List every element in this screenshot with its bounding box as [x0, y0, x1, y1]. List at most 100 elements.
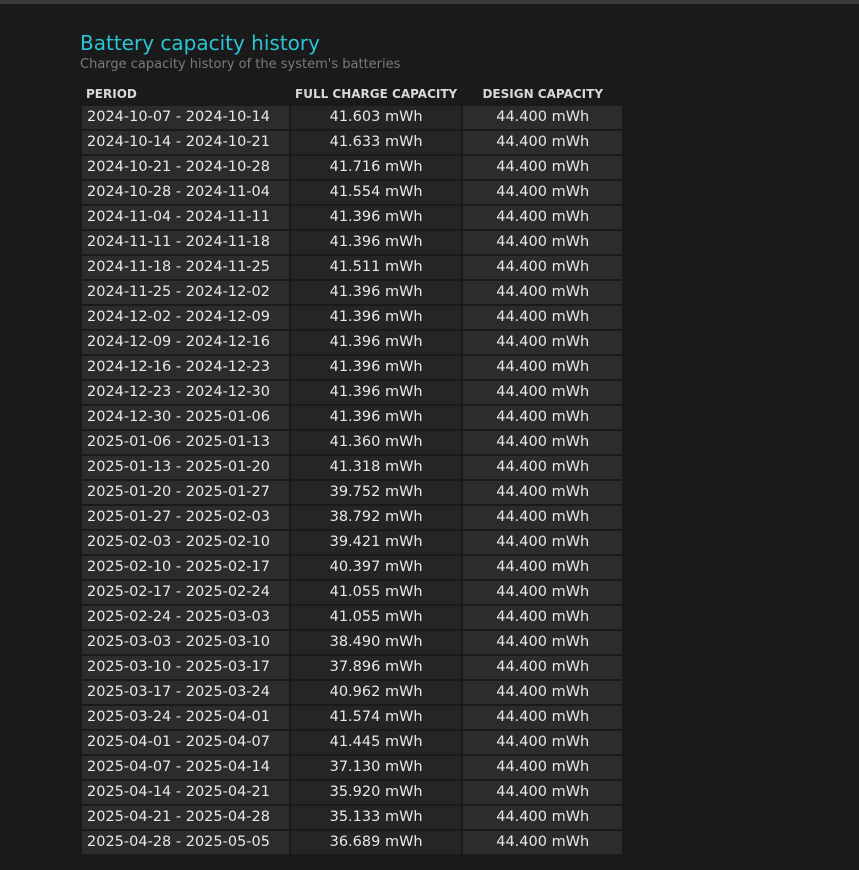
capacity-history-table: PERIOD FULL CHARGE CAPACITY DESIGN CAPAC… — [80, 82, 624, 856]
full-charge-capacity-cell: 41.716 mWh — [291, 156, 462, 179]
design-capacity-cell: 44.400 mWh — [463, 381, 623, 404]
period-cell: 2024-11-18 - 2024-11-25 — [82, 256, 289, 279]
period-cell: 2024-12-16 - 2024-12-23 — [82, 356, 289, 379]
table-row: 2025-02-10 - 2025-02-17 40.397 mWh 44.400 … — [82, 556, 623, 579]
design-capacity-cell: 44.400 mWh — [463, 731, 623, 754]
period-cell: 2024-10-28 - 2024-11-04 — [82, 181, 289, 204]
design-capacity-cell: 44.400 mWh — [463, 256, 623, 279]
table-row: 2025-04-14 - 2025-04-21 35.920 mWh 44.400 … — [82, 781, 623, 804]
design-capacity-cell: 44.400 mWh — [463, 506, 623, 529]
period-cell: 2025-03-03 - 2025-03-10 — [82, 631, 289, 654]
period-cell: 2025-03-24 - 2025-04-01 — [82, 706, 289, 729]
table-row: 2025-04-21 - 2025-04-28 35.133 mWh 44.400 … — [82, 806, 623, 829]
table-row: 2024-10-28 - 2024-11-04 41.554 mWh 44.400 … — [82, 181, 623, 204]
table-row: 2025-02-24 - 2025-03-03 41.055 mWh 44.400 … — [82, 606, 623, 629]
battery-capacity-history-section: Battery capacity history Charge capacity… — [80, 30, 624, 856]
design-capacity-cell: 44.400 mWh — [463, 806, 623, 829]
column-header-design-capacity: DESIGN CAPACITY — [482, 87, 604, 101]
table-row: 2025-03-17 - 2025-03-24 40.962 mWh 44.400 … — [82, 681, 623, 704]
design-capacity-cell: 44.400 mWh — [463, 281, 623, 304]
full-charge-capacity-cell: 41.396 mWh — [291, 231, 462, 254]
design-capacity-cell: 44.400 mWh — [463, 581, 623, 604]
full-charge-capacity-cell: 41.574 mWh — [291, 706, 462, 729]
full-charge-capacity-cell: 41.055 mWh — [291, 581, 462, 604]
period-cell: 2025-04-07 - 2025-04-14 — [82, 756, 289, 779]
table-row: 2024-12-16 - 2024-12-23 41.396 mWh 44.400 … — [82, 356, 623, 379]
full-charge-capacity-cell: 39.421 mWh — [291, 531, 462, 554]
design-capacity-cell: 44.400 mWh — [463, 656, 623, 679]
period-cell: 2024-11-04 - 2024-11-11 — [82, 206, 289, 229]
period-cell: 2024-12-30 - 2025-01-06 — [82, 406, 289, 429]
table-row: 2025-03-10 - 2025-03-17 37.896 mWh 44.400 … — [82, 656, 623, 679]
table-row: 2025-02-03 - 2025-02-10 39.421 mWh 44.400 … — [82, 531, 623, 554]
design-capacity-cell: 44.400 mWh — [463, 781, 623, 804]
period-cell: 2024-10-21 - 2024-10-28 — [82, 156, 289, 179]
section-subtitle: Charge capacity history of the system's … — [80, 57, 401, 72]
design-capacity-cell: 44.400 mWh — [463, 231, 623, 254]
full-charge-capacity-cell: 41.318 mWh — [291, 456, 462, 479]
full-charge-capacity-cell: 41.055 mWh — [291, 606, 462, 629]
full-charge-capacity-cell: 39.752 mWh — [291, 481, 462, 504]
full-charge-capacity-cell: 36.689 mWh — [291, 831, 462, 854]
full-charge-capacity-cell: 41.396 mWh — [291, 356, 462, 379]
design-capacity-cell: 44.400 mWh — [463, 131, 623, 154]
design-capacity-cell: 44.400 mWh — [463, 756, 623, 779]
table-row: 2025-04-01 - 2025-04-07 41.445 mWh 44.400 … — [82, 731, 623, 754]
table-row: 2024-12-09 - 2024-12-16 41.396 mWh 44.400 … — [82, 331, 623, 354]
full-charge-capacity-cell: 35.133 mWh — [291, 806, 462, 829]
full-charge-capacity-cell: 41.396 mWh — [291, 381, 462, 404]
full-charge-capacity-cell: 37.896 mWh — [291, 656, 462, 679]
design-capacity-cell: 44.400 mWh — [463, 556, 623, 579]
full-charge-capacity-cell: 40.962 mWh — [291, 681, 462, 704]
full-charge-capacity-cell: 41.396 mWh — [291, 206, 462, 229]
table-row: 2025-02-17 - 2025-02-24 41.055 mWh 44.400 … — [82, 581, 623, 604]
period-cell: 2024-12-23 - 2024-12-30 — [82, 381, 289, 404]
period-cell: 2025-02-24 - 2025-03-03 — [82, 606, 289, 629]
table-row: 2025-04-07 - 2025-04-14 37.130 mWh 44.400 … — [82, 756, 623, 779]
design-capacity-cell: 44.400 mWh — [463, 406, 623, 429]
period-cell: 2025-04-01 - 2025-04-07 — [82, 731, 289, 754]
period-cell: 2025-01-06 - 2025-01-13 — [82, 431, 289, 454]
full-charge-capacity-cell: 41.633 mWh — [291, 131, 462, 154]
full-charge-capacity-cell: 41.396 mWh — [291, 331, 462, 354]
period-cell: 2025-01-13 - 2025-01-20 — [82, 456, 289, 479]
period-cell: 2025-01-20 - 2025-01-27 — [82, 481, 289, 504]
design-capacity-cell: 44.400 mWh — [463, 331, 623, 354]
period-cell: 2025-04-14 - 2025-04-21 — [82, 781, 289, 804]
section-title: Battery capacity history — [80, 31, 320, 55]
table-row: 2024-11-11 - 2024-11-18 41.396 mWh 44.400 … — [82, 231, 623, 254]
design-capacity-cell: 44.400 mWh — [463, 456, 623, 479]
period-cell: 2025-02-03 - 2025-02-10 — [82, 531, 289, 554]
table-row: 2025-03-03 - 2025-03-10 38.490 mWh 44.400 … — [82, 631, 623, 654]
table-row: 2025-01-06 - 2025-01-13 41.360 mWh 44.400 … — [82, 431, 623, 454]
design-capacity-cell: 44.400 mWh — [463, 106, 623, 129]
design-capacity-cell: 44.400 mWh — [463, 631, 623, 654]
full-charge-capacity-cell: 41.445 mWh — [291, 731, 462, 754]
period-cell: 2025-03-17 - 2025-03-24 — [82, 681, 289, 704]
table-row: 2024-12-30 - 2025-01-06 41.396 mWh 44.400 … — [82, 406, 623, 429]
design-capacity-cell: 44.400 mWh — [463, 356, 623, 379]
design-capacity-cell: 44.400 mWh — [463, 181, 623, 204]
design-capacity-cell: 44.400 mWh — [463, 831, 623, 854]
period-cell: 2024-10-14 - 2024-10-21 — [82, 131, 289, 154]
full-charge-capacity-cell: 41.396 mWh — [291, 406, 462, 429]
full-charge-capacity-cell: 38.490 mWh — [291, 631, 462, 654]
period-cell: 2025-04-21 - 2025-04-28 — [82, 806, 289, 829]
period-cell: 2025-02-17 - 2025-02-24 — [82, 581, 289, 604]
table-row: 2025-01-20 - 2025-01-27 39.752 mWh 44.400 … — [82, 481, 623, 504]
table-row: 2024-11-25 - 2024-12-02 41.396 mWh 44.400 … — [82, 281, 623, 304]
design-capacity-cell: 44.400 mWh — [463, 431, 623, 454]
table-header-row: PERIOD FULL CHARGE CAPACITY DESIGN CAPAC… — [82, 84, 622, 104]
table-row: 2024-12-23 - 2024-12-30 41.396 mWh 44.400 … — [82, 381, 623, 404]
design-capacity-cell: 44.400 mWh — [463, 531, 623, 554]
full-charge-capacity-cell: 41.396 mWh — [291, 306, 462, 329]
full-charge-capacity-cell: 41.554 mWh — [291, 181, 462, 204]
design-capacity-cell: 44.400 mWh — [463, 606, 623, 629]
table-row: 2025-03-24 - 2025-04-01 41.574 mWh 44.400 … — [82, 706, 623, 729]
design-capacity-cell: 44.400 mWh — [463, 156, 623, 179]
table-row: 2024-10-14 - 2024-10-21 41.633 mWh 44.400 … — [82, 131, 623, 154]
period-cell: 2024-10-07 - 2024-10-14 — [82, 106, 289, 129]
full-charge-capacity-cell: 41.396 mWh — [291, 281, 462, 304]
column-header-period: PERIOD — [86, 87, 137, 101]
column-header-full-charge-capacity: FULL CHARGE CAPACITY — [295, 87, 458, 101]
